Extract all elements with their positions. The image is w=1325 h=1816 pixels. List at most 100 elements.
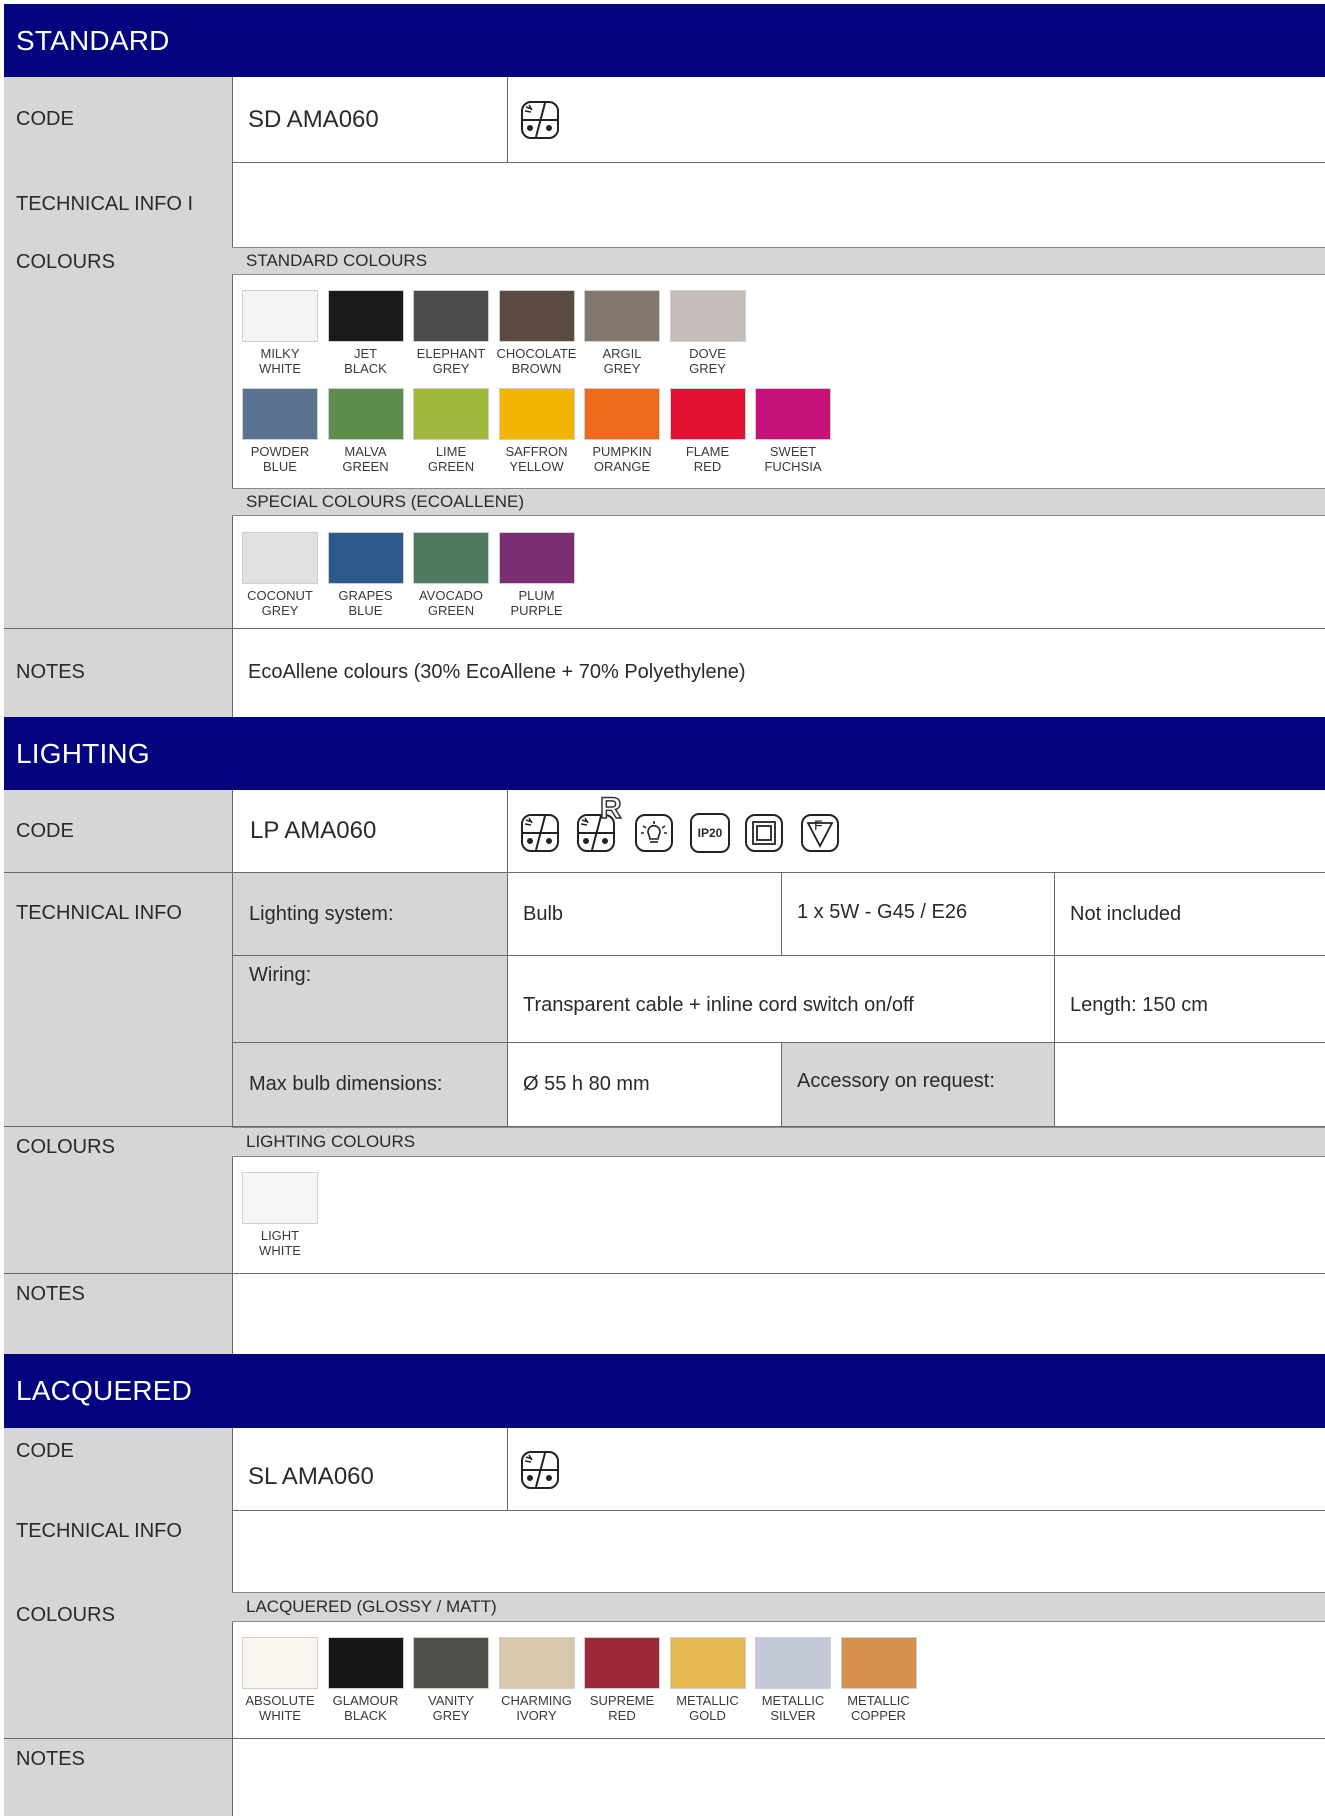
colour-name-line2: GREEN [427, 603, 475, 618]
colour-swatch: METALLIC COPPER [840, 1637, 922, 1723]
colour-swatch: SAFFRON YELLOW [498, 388, 580, 474]
colour-swatch-name: SAFFRON YELLOW [494, 444, 580, 474]
divider [507, 1428, 508, 1510]
colour-swatch-name: GRAPES BLUE [323, 588, 409, 618]
accessory-label: Accessory on request: [781, 1043, 1054, 1126]
colour-name-line2: GREEN [342, 459, 389, 474]
divider [507, 77, 508, 162]
colour-swatch-chip [413, 388, 489, 440]
divider [507, 790, 508, 872]
wiring-value: Transparent cable + inline cord switch o… [523, 993, 914, 1016]
standard-colours-header: STANDARD COLOURS [232, 247, 1325, 275]
colour-name-line2: PURPLE [510, 603, 563, 618]
colour-name-line2: BLACK [344, 361, 387, 376]
lighting-colours-grid: LIGHT WHITE [242, 1172, 542, 1262]
colour-name-line1: VANITY [428, 1693, 474, 1708]
colour-name-line2: SILVER [770, 1708, 816, 1723]
colour-swatch: MALVA GREEN [327, 388, 409, 474]
colour-swatch-chip [327, 290, 404, 342]
code-label: CODE [4, 77, 232, 162]
colour-name-line2: BROWN [511, 361, 562, 376]
outdoor-icon [520, 1450, 560, 1495]
colour-swatch-chip [584, 388, 660, 440]
row-divider [4, 1273, 1325, 1274]
grid-line [232, 1042, 1325, 1043]
colour-swatch-name: FLAME RED [665, 444, 751, 474]
colour-name-line1: METALLIC [761, 1693, 825, 1708]
bulb-included: Not included [1070, 902, 1182, 925]
colour-swatch-chip [669, 1637, 746, 1689]
colour-swatch-name: PUMPKIN ORANGE [579, 444, 665, 474]
colour-swatch-chip [498, 290, 575, 342]
colours-label: COLOURS [4, 247, 232, 628]
colour-name-line2: GREY [261, 603, 299, 618]
colour-name-line1: CHOCOLATE [496, 346, 577, 361]
colour-swatch: LIGHT WHITE [242, 1172, 323, 1258]
colour-name-line1: SWEET [769, 444, 817, 459]
colour-swatch: PLUM PURPLE [498, 532, 580, 618]
max-bulb-label: Max bulb dimensions: [233, 1043, 507, 1126]
colours-label: COLOURS [4, 1592, 232, 1738]
section-title: LACQUERED [16, 1375, 193, 1406]
cable-length: Length: 150 cm [1070, 993, 1208, 1016]
colour-swatch: ARGIL GREY [584, 290, 665, 376]
colour-name-line2: RED [608, 1708, 636, 1723]
colour-swatch: CHARMING IVORY [498, 1637, 580, 1723]
colour-swatch: JET BLACK [327, 290, 409, 376]
colour-name-line2: BLUE [263, 459, 297, 474]
colour-name-line2: GREY [432, 1708, 470, 1723]
row-divider [232, 162, 1325, 163]
colour-swatch-chip [242, 1172, 318, 1224]
colour-swatch-name: LIME GREEN [408, 444, 494, 474]
label-column-divider [232, 77, 233, 717]
standard-colours-grid: MILKY WHITE JET BLACK ELEPHANT GREY CHOCOLATE B… [242, 290, 1142, 490]
code-label: CODE [4, 790, 232, 872]
colour-name-line1: POWDER [250, 444, 310, 459]
colour-name-line1: GLAMOUR [332, 1693, 399, 1708]
technical-info-label: TECHNICAL INFO [4, 1510, 232, 1592]
special-colours-grid: COCONUT GREY GRAPES BLUE AVOCADO GREEN PLUM PUR… [242, 532, 1142, 622]
colour-name-line2: YELLOW [509, 459, 564, 474]
technical-info-label: TECHNICAL INFO I [4, 162, 232, 247]
colour-swatch-chip [584, 290, 660, 342]
colour-swatch-chip [242, 1637, 318, 1689]
colour-name-line1: ABSOLUTE [245, 1693, 315, 1708]
colour-swatch-name: METALLIC SILVER [750, 1693, 836, 1723]
colour-swatch: METALLIC SILVER [755, 1637, 836, 1723]
section-title: LIGHTING [16, 737, 150, 769]
colour-swatch-name: MILKY WHITE [237, 346, 323, 376]
colour-swatch-name: SUPREME RED [579, 1693, 665, 1723]
f-mark-letter: F [814, 817, 823, 833]
colour-swatch: POWDER BLUE [242, 388, 323, 474]
colour-swatch-name: SWEET FUCHSIA [750, 444, 836, 474]
colour-name-line1: LIGHT [260, 1228, 300, 1243]
notes-text: EcoAllene colours (30% EcoAllene + 70% P… [248, 661, 746, 683]
notes-label: NOTES [4, 1738, 232, 1816]
colour-swatch-chip [755, 388, 831, 440]
colour-swatch-name: ELEPHANT GREY [408, 346, 494, 376]
colour-name-line2: GREY [432, 361, 470, 376]
colour-swatch-name: AVOCADO GREEN [408, 588, 494, 618]
colour-name-line2: IVORY [516, 1708, 557, 1723]
colour-swatch-chip [413, 290, 489, 342]
class-ii-icon [744, 813, 784, 858]
colour-swatch-chip [840, 1637, 917, 1689]
code-label: CODE [4, 1428, 232, 1510]
technical-info-label: TECHNICAL INFO [4, 872, 232, 1126]
colour-name-line2: GOLD [689, 1708, 726, 1723]
colour-name-line1: COCONUT [247, 588, 313, 603]
product-code: SD AMA060 [248, 105, 379, 133]
colour-swatch-name: MALVA GREEN [323, 444, 409, 474]
colour-name-line1: METALLIC [847, 1693, 910, 1708]
grid-line [1054, 872, 1055, 1126]
grid-line [781, 1042, 782, 1126]
colour-swatch-chip [327, 388, 404, 440]
lacquered-colours-header: LACQUERED (GLOSSY / MATT) [232, 1592, 1325, 1622]
colour-swatch: VANITY GREY [413, 1637, 494, 1723]
colour-swatch: CHOCOLATE BROWN [497, 290, 580, 376]
colour-swatch-chip [242, 388, 318, 440]
colour-swatch-name: ARGIL GREY [579, 346, 665, 376]
row-divider [232, 1510, 1325, 1511]
colour-swatch-chip [755, 1637, 831, 1689]
lighting-colours-header: LIGHTING COLOURS [232, 1127, 1325, 1157]
